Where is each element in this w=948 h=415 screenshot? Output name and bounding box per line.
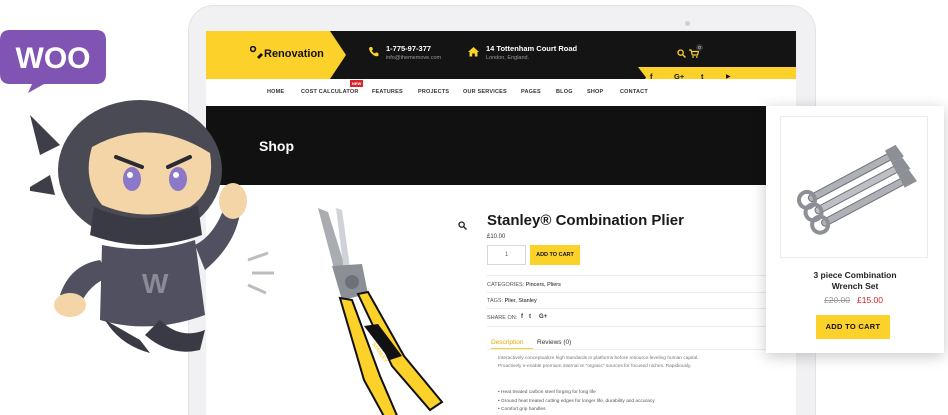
page-banner: Shop (206, 106, 796, 185)
share-google-plus-icon[interactable]: G+ (539, 314, 547, 320)
main-nav: HOME COST CALCULATOR NEW FEATURES PROJEC… (206, 79, 796, 106)
share-facebook-icon[interactable]: f (521, 314, 523, 320)
logo-text: Renovation (264, 48, 324, 60)
product-card-title[interactable]: 3 piece Combination Wrench Set (766, 270, 944, 292)
email-address: info@thememove.com (386, 55, 442, 61)
tab-reviews[interactable]: Reviews (0) (537, 339, 571, 346)
share-label: SHARE ON: (487, 315, 518, 321)
woocommerce-logo: WOO (0, 30, 106, 93)
phone-icon (369, 47, 379, 57)
add-to-cart-button[interactable]: ADD TO CART (530, 245, 580, 265)
ninja-mascot: W (30, 100, 274, 353)
feature-item: • Ground heat treated cutting edges for … (498, 398, 655, 404)
camera-dot (685, 21, 690, 26)
nav-blog[interactable]: BLOG (556, 89, 573, 95)
active-tab-indicator (491, 348, 533, 349)
tab-description[interactable]: Description (491, 339, 524, 346)
divider (487, 326, 777, 327)
product-title: Stanley® Combination Plier (487, 212, 684, 229)
product-card-sale-price: £15.00 (857, 295, 883, 305)
nav-shop[interactable]: SHOP (587, 89, 603, 95)
product-card-add-to-cart-button[interactable]: ADD TO CART (816, 315, 890, 339)
product-tags: TAGS: Plier, Stanley (487, 298, 537, 304)
new-badge: NEW (350, 80, 364, 87)
home-icon (468, 47, 479, 57)
product-card-old-price: £20.00 (824, 295, 850, 305)
logo-block[interactable]: Renovation (206, 31, 346, 79)
categories-label: CATEGORIES: (487, 282, 525, 288)
nav-cost-calculator[interactable]: COST CALCULATOR (301, 89, 359, 95)
wrench-set-image (796, 144, 918, 235)
product-card[interactable]: 3 piece Combination Wrench Set £20.00 £1… (766, 106, 944, 353)
woo-logo-text: WOO (16, 42, 91, 75)
search-icon[interactable] (677, 49, 686, 58)
zoom-icon[interactable] (458, 221, 467, 230)
feature-item: • Heat treated carbon steel forging for … (498, 390, 596, 395)
wrench-icon (250, 46, 263, 59)
nav-our-services[interactable]: OUR SERVICES (463, 89, 507, 95)
address-city: London, England. (486, 55, 530, 61)
screen: Renovation 1-775-97-377 info@thememove.c… (206, 31, 796, 415)
nav-projects[interactable]: PROJECTS (418, 89, 449, 95)
phone-number: 1-775-97-377 (386, 44, 432, 53)
divider (487, 275, 777, 276)
nav-pages[interactable]: PAGES (521, 89, 541, 95)
product-description: Interactively conceptualize high standar… (498, 356, 699, 369)
quantity-input[interactable]: 1 (487, 245, 526, 265)
nav-contact[interactable]: CONTACT (620, 89, 648, 95)
product-card-title-line: 3 piece Combination (813, 270, 897, 280)
share-twitter-icon[interactable]: t (529, 314, 531, 320)
product-price: £10.00 (487, 234, 506, 240)
product-features: • Heat treated carbon steel forging for … (498, 389, 738, 415)
tab-divider (487, 349, 777, 350)
tags-label: TAGS: (487, 298, 504, 304)
product-card-title-line: Wrench Set (831, 281, 879, 291)
nav-features[interactable]: FEATURES (372, 89, 403, 95)
cart-count-badge: 0 (696, 44, 703, 51)
product-image-pliers: STANLEY (318, 208, 444, 415)
address-line: 14 Tottenham Court Road (486, 44, 578, 53)
feature-item: • Comfort grip handles (498, 407, 546, 413)
ninja-shirt-letter: W (142, 268, 169, 299)
product-card-image[interactable] (780, 116, 928, 258)
tags-value[interactable]: Plier, Stanley (505, 298, 537, 304)
divider (487, 292, 777, 293)
categories-value[interactable]: Pincers, Pliers (526, 282, 561, 288)
product-categories: CATEGORIES: Pincers, Pliers (487, 282, 561, 288)
divider (487, 308, 777, 309)
